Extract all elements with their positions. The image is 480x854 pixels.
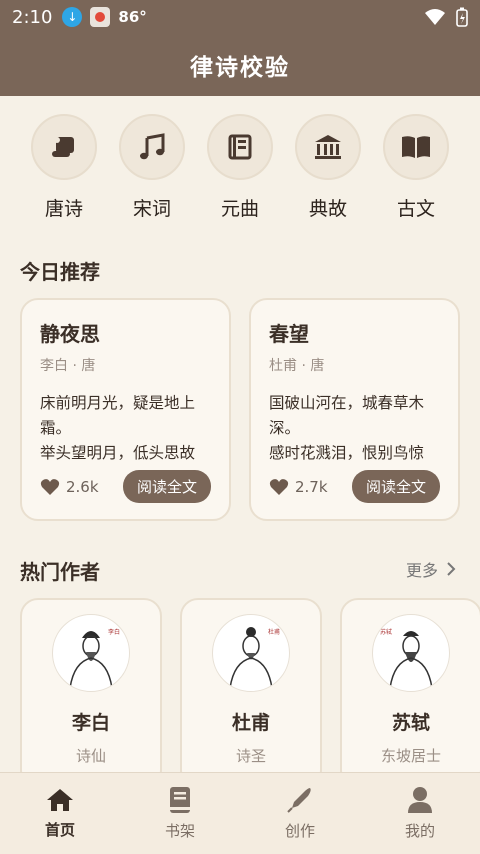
poem-footer: 2.7k 阅读全文 xyxy=(269,470,440,503)
category-circle xyxy=(383,114,449,180)
tab-profile[interactable]: 我的 xyxy=(360,773,480,854)
download-icon: ↓ xyxy=(62,7,83,27)
pen-icon xyxy=(287,788,311,813)
temple-icon xyxy=(315,135,341,159)
author-name: 杜甫 xyxy=(231,712,270,734)
battery-icon xyxy=(456,7,468,27)
category-yuanqu[interactable]: 元曲 xyxy=(206,114,274,221)
category-label: 元曲 xyxy=(220,198,259,220)
author-portrait: 苏轼 xyxy=(372,614,450,692)
svg-text:苏轼: 苏轼 xyxy=(380,628,392,636)
wifi-icon xyxy=(425,9,445,25)
home-icon xyxy=(47,789,73,811)
book-icon xyxy=(170,787,190,813)
author-card[interactable]: 杜甫 杜甫 诗圣 xyxy=(180,598,322,774)
category-label: 古文 xyxy=(396,198,435,220)
tab-label: 我的 xyxy=(404,822,435,840)
book-outline-icon xyxy=(228,134,252,160)
status-bar: 2:10 ↓ 86° xyxy=(0,0,480,34)
poem-excerpt: 床前明月光，疑是地上霜。 举头望明月，低头思故乡。 xyxy=(40,394,196,462)
recommend-section-title: 今日推荐 xyxy=(20,260,100,284)
category-circle xyxy=(295,114,361,180)
read-full-button[interactable]: 阅读全文 xyxy=(351,470,440,503)
author-name: 李白 xyxy=(71,712,110,734)
category-circle xyxy=(31,114,97,180)
tab-label: 首页 xyxy=(44,821,75,839)
more-authors-link[interactable]: 更多 xyxy=(406,557,456,581)
poem-card[interactable]: 春望 杜甫 · 唐 国破山河在，城春草木深。 感时花溅泪，恨别鸟惊心。 2.7k… xyxy=(249,298,460,521)
author-name: 苏轼 xyxy=(391,712,430,734)
music-note-icon xyxy=(140,133,165,160)
poem-card[interactable]: 静夜思 李白 · 唐 床前明月光，疑是地上霜。 举头望明月，低头思故乡。 2.6… xyxy=(20,298,231,521)
tab-label: 书架 xyxy=(164,822,195,840)
author-title: 诗仙 xyxy=(75,747,106,765)
page-title: 律诗校验 xyxy=(190,55,290,81)
author-card[interactable]: 李白 李白 诗仙 xyxy=(20,598,162,774)
poem-footer: 2.6k 阅读全文 xyxy=(40,470,211,503)
open-book-icon xyxy=(402,136,430,158)
status-time: 2:10 xyxy=(12,6,53,28)
category-circle xyxy=(119,114,185,180)
category-label: 典故 xyxy=(308,198,347,220)
category-label: 宋词 xyxy=(132,198,171,220)
poem-title: 静夜思 xyxy=(40,322,100,346)
app-notification-icon xyxy=(90,7,111,27)
category-diangu[interactable]: 典故 xyxy=(294,114,362,221)
author-portrait: 李白 xyxy=(52,614,130,692)
tab-create[interactable]: 创作 xyxy=(240,773,360,854)
user-icon xyxy=(408,787,432,813)
category-circle xyxy=(207,114,273,180)
poem-excerpt: 国破山河在，城春草木深。 感时花溅泪，恨别鸟惊心。 xyxy=(269,394,425,462)
poem-list: 静夜思 李白 · 唐 床前明月光，疑是地上霜。 举头望明月，低头思故乡。 2.6… xyxy=(20,298,460,521)
tab-label: 创作 xyxy=(284,822,315,840)
read-full-button[interactable]: 阅读全文 xyxy=(122,470,211,503)
heart-icon xyxy=(269,478,289,495)
author-title: 东坡居士 xyxy=(380,747,441,765)
bottom-tab-bar: 首页 书架 创作 我的 xyxy=(0,772,480,854)
poem-author: 杜甫 · 唐 xyxy=(269,358,325,374)
category-songci[interactable]: 宋词 xyxy=(118,114,186,221)
category-guwen[interactable]: 古文 xyxy=(382,114,450,221)
author-portrait: 杜甫 xyxy=(212,614,290,692)
poem-title: 春望 xyxy=(269,322,309,346)
tab-bookshelf[interactable]: 书架 xyxy=(120,773,240,854)
heart-icon xyxy=(40,478,60,495)
status-temperature: 86° xyxy=(118,8,147,26)
poem-author: 李白 · 唐 xyxy=(40,358,96,374)
chevron-right-icon xyxy=(447,562,456,576)
author-title: 诗圣 xyxy=(235,747,266,765)
app-header: 律诗校验 xyxy=(0,34,480,96)
like-count-value: 2.7k xyxy=(295,477,328,496)
category-label: 唐诗 xyxy=(44,198,83,220)
authors-section-title: 热门作者 xyxy=(20,560,100,584)
like-count[interactable]: 2.6k xyxy=(40,478,99,496)
tab-home[interactable]: 首页 xyxy=(0,773,120,854)
category-row: 唐诗 宋词 元曲 典故 古文 xyxy=(0,114,480,221)
author-card[interactable]: 苏轼 苏轼 东坡居士 xyxy=(340,598,480,774)
svg-text:李白: 李白 xyxy=(108,628,120,636)
svg-text:杜甫: 杜甫 xyxy=(268,628,280,636)
author-list: 李白 李白 诗仙 杜甫 杜甫 诗圣 苏轼 苏轼 东坡居士 xyxy=(20,598,480,774)
like-count-value: 2.6k xyxy=(66,477,99,496)
category-tangshi[interactable]: 唐诗 xyxy=(30,114,98,221)
like-count[interactable]: 2.7k xyxy=(269,478,328,496)
more-label: 更多 xyxy=(405,561,438,580)
scroll-icon xyxy=(52,137,74,157)
